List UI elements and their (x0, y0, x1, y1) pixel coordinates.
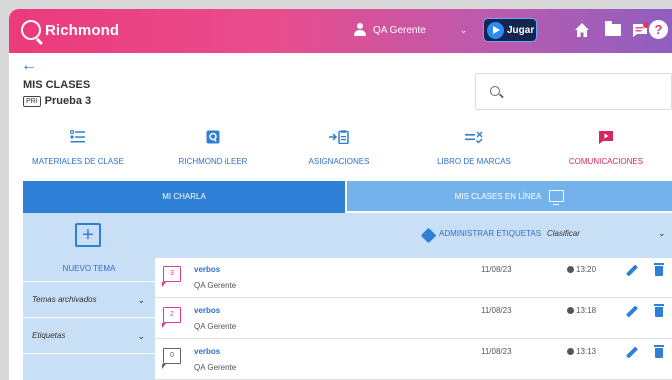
tab-mis-clases-en-linea[interactable]: MIS CLASES EN LÍNEA (347, 181, 672, 211)
tag-icon (420, 227, 437, 244)
thread-author: QA Gerente (194, 281, 237, 290)
class-name: Prueba 3 (44, 95, 92, 107)
clock-icon (567, 348, 574, 355)
play-icon (487, 21, 504, 39)
sort-dropdown[interactable]: Clasificar (547, 229, 580, 238)
chevron-down-icon[interactable]: ⌄ (658, 228, 666, 239)
screen-icon (549, 190, 565, 205)
thread-time-text: 13:13 (576, 347, 597, 356)
edit-icon[interactable] (625, 305, 639, 318)
new-topic-button[interactable]: NUEVO TEMA (23, 264, 155, 273)
brand-name: Richmond (45, 21, 120, 39)
page-title: MIS CLASES (23, 79, 91, 91)
user-icon (353, 23, 367, 37)
chevron-down-icon: ⌄ (137, 331, 145, 341)
archived-topics-label: Temas archivados (32, 295, 97, 304)
trash-icon[interactable] (654, 263, 664, 276)
list-item[interactable]: 3 verbos QA Gerente 11/08/23 13:20 (155, 258, 672, 298)
gradebook-icon (409, 127, 539, 147)
edit-icon[interactable] (625, 346, 639, 359)
materials-icon (13, 127, 143, 147)
thread-title[interactable]: verbos (194, 265, 220, 274)
nav-libro-de-marcas[interactable]: LIBRO DE MARCAS (409, 127, 539, 171)
class-info: PRI Prueba 3 (23, 95, 91, 107)
chevron-down-icon: ⌄ (459, 24, 468, 35)
richmond-logo[interactable]: Richmond (21, 20, 119, 40)
nav-materiales[interactable]: MATERIALES DE CLASE (13, 127, 143, 171)
nav-materiales-label: MATERIALES DE CLASE (32, 157, 124, 166)
nav-comunicaciones[interactable]: COMUNICACIONES (546, 127, 666, 171)
ileer-icon (153, 127, 273, 147)
nav-asignaciones[interactable]: ASIGNACIONES (279, 127, 399, 171)
new-topic-icon[interactable]: + (75, 223, 101, 247)
thread-author: QA Gerente (194, 322, 237, 331)
top-bar: Richmond QA Gerente ⌄ Jugar ? (9, 9, 672, 53)
thread-title[interactable]: verbos (194, 347, 220, 356)
thread-title[interactable]: verbos (194, 306, 220, 315)
nav-ileer[interactable]: RICHMOND iLEER (153, 127, 273, 171)
tags-dropdown[interactable]: Etiquetas ⌄ (23, 317, 155, 353)
search-icon (490, 86, 500, 96)
tab-mi-charla[interactable]: MI CHARLA (23, 181, 345, 213)
assignments-icon (279, 127, 399, 147)
thread-time: 13:18 (567, 306, 596, 315)
messages-icon[interactable] (632, 22, 648, 38)
comment-count-badge: 3 (162, 266, 181, 287)
nav-asignaciones-label: ASIGNACIONES (308, 157, 370, 166)
jugar-label: Jugar (507, 24, 535, 36)
thread-date: 11/08/23 (481, 306, 512, 315)
help-icon[interactable]: ? (649, 20, 668, 39)
edit-icon[interactable] (625, 264, 639, 277)
comment-count-badge: 0 (162, 348, 181, 369)
level-badge: PRI (23, 95, 41, 107)
list-item[interactable]: 2 verbos QA Gerente 11/08/23 13:18 (155, 299, 672, 339)
list-header: ADMINISTRAR ETIQUETAS Clasificar ⌄ (155, 213, 672, 258)
home-icon[interactable] (574, 22, 590, 38)
thread-time: 13:13 (567, 347, 596, 356)
thread-date: 11/08/23 (481, 347, 512, 356)
communications-icon (546, 127, 666, 147)
chevron-down-icon: ⌄ (137, 295, 145, 305)
comment-count-badge: 2 (162, 307, 181, 328)
richmond-logo-icon (21, 20, 41, 40)
thread-time: 13:20 (567, 265, 596, 274)
sidebar: + NUEVO TEMA Temas archivados ⌄ Etiqueta… (23, 213, 155, 380)
clock-icon (567, 266, 574, 273)
archived-topics-dropdown[interactable]: Temas archivados ⌄ (23, 281, 155, 317)
list-item[interactable]: 0 verbos QA Gerente 11/08/23 13:13 (155, 340, 672, 380)
thread-date: 11/08/23 (481, 265, 512, 274)
user-name: QA Gerente (373, 24, 426, 36)
trash-icon[interactable] (654, 345, 664, 358)
sidebar-spacer (23, 353, 155, 380)
jugar-button[interactable]: Jugar (483, 18, 537, 42)
clock-icon (567, 307, 574, 314)
user-menu[interactable]: QA Gerente ⌄ (353, 23, 467, 37)
nav-comunicaciones-label: COMUNICACIONES (568, 157, 644, 166)
thread-time-text: 13:18 (576, 306, 597, 315)
thread-time-text: 13:20 (576, 265, 597, 274)
tags-label: Etiquetas (32, 331, 66, 340)
back-arrow-icon[interactable]: ← (21, 57, 37, 75)
search-input[interactable] (475, 73, 672, 110)
app-window: Richmond QA Gerente ⌄ Jugar ? ← MIS CLAS… (9, 9, 672, 380)
thread-author: QA Gerente (194, 363, 237, 372)
trash-icon[interactable] (654, 304, 664, 317)
nav-ileer-label: RICHMOND iLEER (178, 157, 248, 166)
folder-icon[interactable] (605, 21, 621, 36)
manage-tags-button[interactable]: ADMINISTRAR ETIQUETAS (439, 229, 541, 238)
nav-libro-de-marcas-label: LIBRO DE MARCAS (437, 157, 511, 166)
tab-mis-clases-en-linea-label: MIS CLASES EN LÍNEA (454, 191, 542, 201)
